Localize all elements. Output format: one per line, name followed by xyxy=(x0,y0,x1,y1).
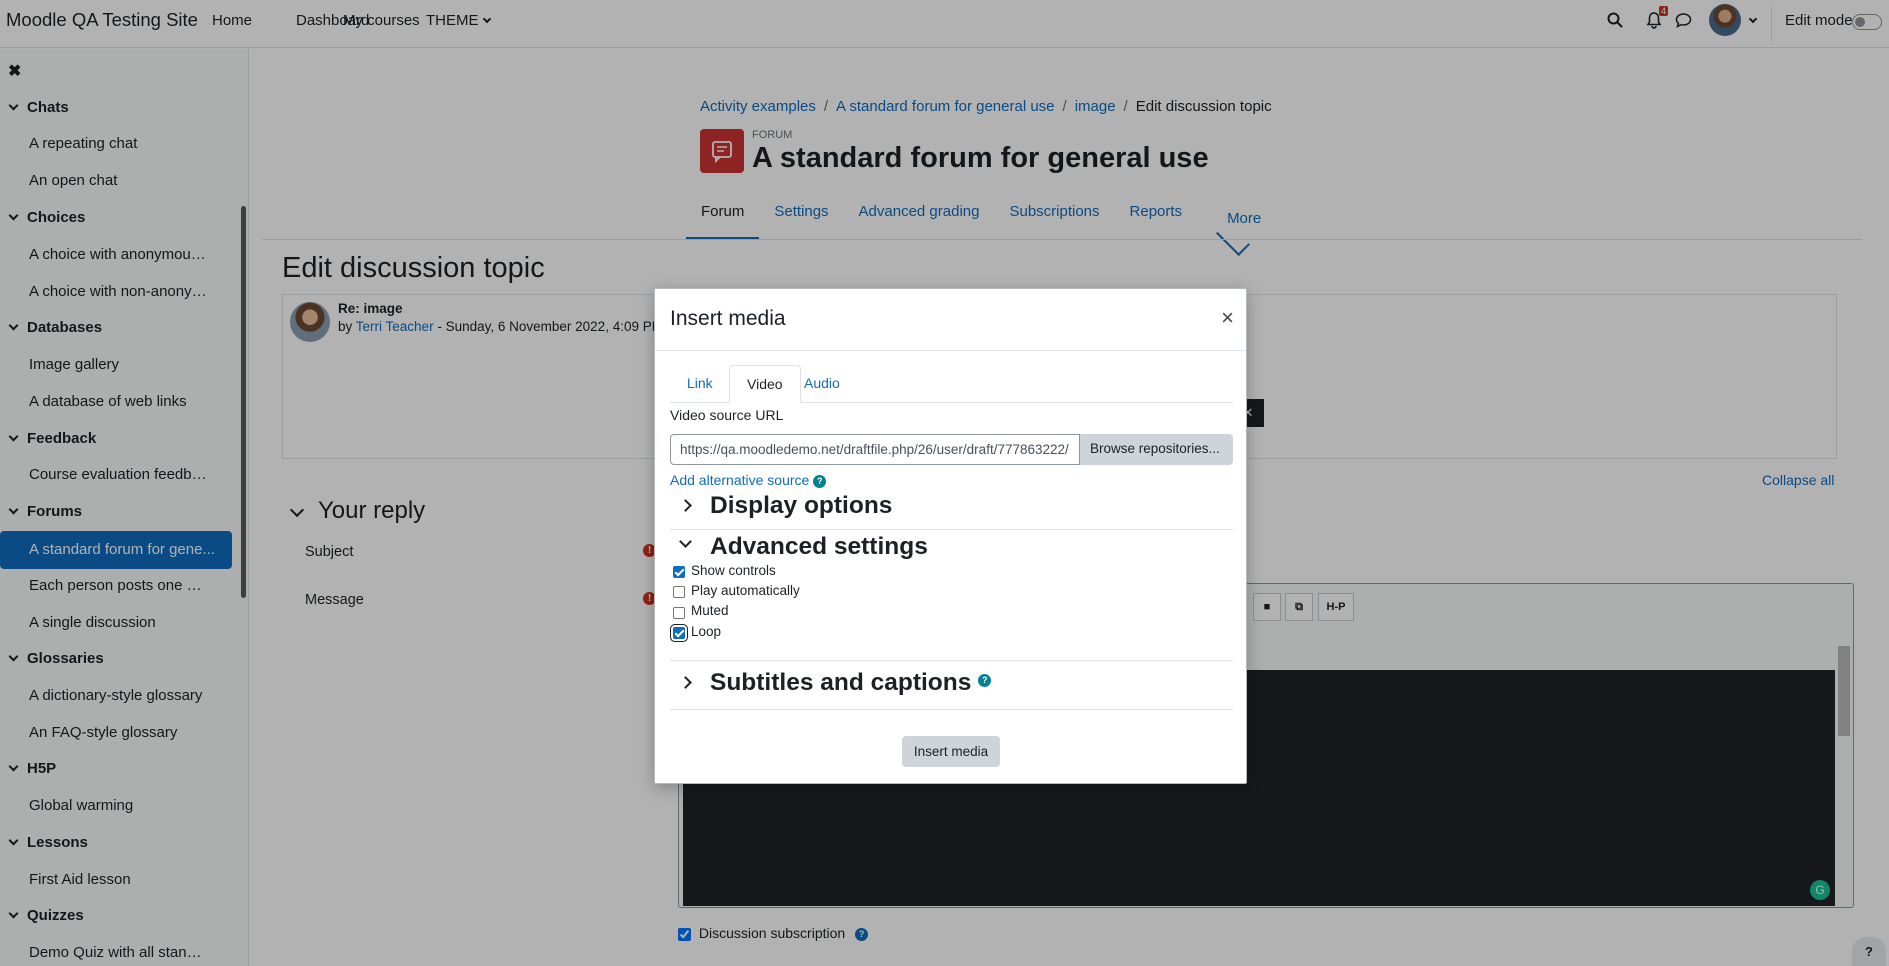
add-alternative-source: Add alternative source ? xyxy=(670,472,827,488)
divider xyxy=(670,529,1233,530)
chevron-down-icon[interactable] xyxy=(679,535,692,548)
insert-media-dialog: Insert media × Link Video Audio Video so… xyxy=(654,288,1247,784)
divider xyxy=(670,660,1233,661)
play-automatically-label: Play automatically xyxy=(691,583,800,598)
subtitles-captions-label: Subtitles and captions xyxy=(710,669,972,696)
divider xyxy=(655,350,1246,351)
tab-audio[interactable]: Audio xyxy=(787,365,857,403)
loop-label: Loop xyxy=(691,624,722,639)
advanced-settings-heading[interactable]: Advanced settings xyxy=(710,533,928,561)
add-alternative-source-link[interactable]: Add alternative source xyxy=(670,472,809,488)
show-controls-checkbox[interactable] xyxy=(673,566,685,578)
divider xyxy=(670,709,1233,710)
chevron-right-icon[interactable] xyxy=(679,676,692,689)
display-options-heading[interactable]: Display options xyxy=(710,492,892,520)
help-icon[interactable]: ? xyxy=(813,474,827,488)
play-automatically-checkbox[interactable] xyxy=(673,586,685,598)
browse-repositories-button[interactable]: Browse repositories... xyxy=(1080,434,1233,465)
subtitles-captions-heading[interactable]: Subtitles and captions ? xyxy=(710,669,992,697)
video-source-label: Video source URL xyxy=(670,407,784,423)
muted-checkbox[interactable] xyxy=(673,607,685,619)
loop-checkbox[interactable] xyxy=(673,627,685,639)
chevron-right-icon[interactable] xyxy=(679,499,692,512)
muted-label: Muted xyxy=(691,603,729,618)
video-source-url-input[interactable]: https://qa.moodledemo.net/draftfile.php/… xyxy=(670,434,1080,465)
help-icon[interactable]: ? xyxy=(978,674,992,688)
tab-link[interactable]: Link xyxy=(670,365,730,403)
insert-media-button[interactable]: Insert media xyxy=(902,736,1000,767)
media-type-tabs: Link Video Audio xyxy=(670,365,1233,403)
close-icon[interactable]: × xyxy=(1221,305,1234,331)
show-controls-label: Show controls xyxy=(691,563,776,578)
dialog-title: Insert media xyxy=(670,307,786,330)
